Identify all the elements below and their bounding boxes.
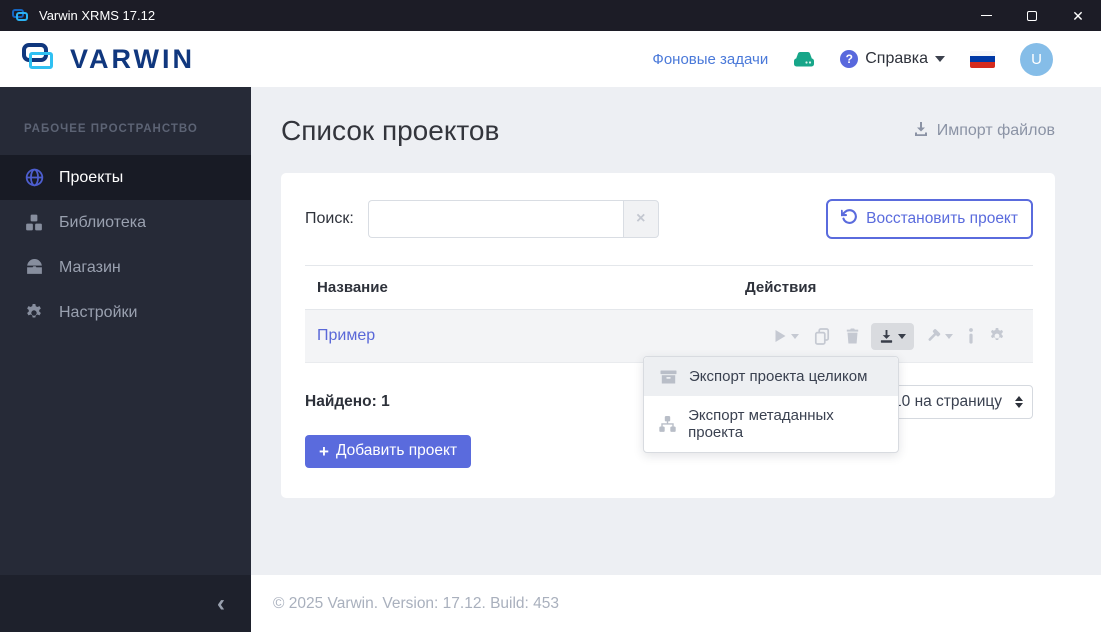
close-icon: ✕ [1072,7,1084,24]
search-input[interactable] [367,200,623,238]
download-icon [880,329,893,343]
copy-project-button[interactable] [814,327,830,345]
project-info-button[interactable] [968,328,974,344]
restore-project-button[interactable]: Восстановить проект [826,199,1033,239]
language-flag-ru[interactable] [970,50,995,68]
sidebar-item-library[interactable]: Библиотека [0,200,251,245]
add-project-label: Добавить проект [335,442,458,459]
select-arrows-icon [1015,396,1023,408]
sidebar-item-store[interactable]: Магазин [0,245,251,290]
sidebar-item-label: Проекты [59,168,124,186]
found-count-label: Найдено: 1 [305,393,390,410]
chevron-down-icon [935,56,945,62]
page-title: Список проектов [281,115,500,146]
run-project-button[interactable] [773,329,799,343]
collapse-sidebar-button[interactable]: ‹ [217,591,225,616]
titlebar: Varwin XRMS 17.12 ✕ [0,0,1101,31]
trash-icon [846,328,859,344]
add-project-button[interactable]: + Добавить проект [305,435,472,468]
minimize-button[interactable] [963,0,1009,31]
window-controls: ✕ [963,0,1101,31]
delete-project-button[interactable] [845,328,860,344]
app-logo-icon [12,9,30,22]
cubes-icon [24,214,44,232]
window-title: Varwin XRMS 17.12 [39,8,156,23]
close-button[interactable]: ✕ [1055,0,1101,31]
plus-icon: + [319,441,329,461]
app-window: Varwin XRMS 17.12 ✕ VARWIN Фоновые задач… [0,0,1101,632]
table-row: Пример Экспорт проекта целиком Экспорт м… [305,310,1033,453]
sidebar-item-settings[interactable]: Настройки [0,290,251,335]
sitemap-icon [659,416,676,432]
restore-icon [840,208,858,230]
export-dropdown-menu: Экспорт проекта целиком Экспорт метаданн… [643,356,899,453]
user-avatar[interactable]: U [1020,42,1053,76]
hammer-icon [928,329,941,341]
page-size-select[interactable]: 10 на страницу [882,385,1033,419]
main-content: Список проектов Импорт файлов Поиск: × В… [251,87,1101,632]
sidebar-item-label: Настройки [59,303,138,321]
export-metadata-item[interactable]: Экспорт метаданных проекта [644,396,898,452]
sidebar-item-label: Магазин [59,258,121,276]
gear-icon [24,303,44,322]
chest-icon [24,259,44,276]
copyright-text: © 2025 Varwin. Version: 17.12. Build: 45… [273,594,560,612]
sidebar-item-label: Библиотека [59,213,146,231]
chevron-down-icon [791,333,799,339]
gear-icon [990,328,1004,340]
app-header: VARWIN Фоновые задачи ? Справка U [0,31,1101,87]
sidebar-section-label: РАБОЧЕЕ ПРОСТРАНСТВО [24,123,198,135]
varwin-logo-text: VARWIN [70,43,195,74]
column-header-actions: Действия [745,279,817,296]
search-clear-button[interactable]: × [622,200,659,238]
footer: © 2025 Varwin. Version: 17.12. Build: 45… [251,575,1101,632]
help-menu[interactable]: ? Справка [840,50,945,68]
sidebar-footer: ‹ [0,575,251,632]
row-actions [745,322,1033,350]
export-project-button[interactable] [871,322,914,350]
chevron-down-icon [945,333,953,339]
info-icon [969,328,973,344]
varwin-logo: VARWIN [22,41,195,77]
restore-button-label: Восстановить проект [866,210,1018,227]
maximize-icon [1027,10,1037,21]
project-settings-button[interactable] [989,328,1005,344]
globe-icon [24,168,44,187]
build-project-button[interactable] [925,328,953,344]
menu-item-label: Экспорт метаданных проекта [688,407,834,441]
sidebar: РАБОЧЕЕ ПРОСТРАНСТВО Проекты Библиотека … [0,87,251,632]
background-tasks-link[interactable]: Фоновые задачи [652,51,768,68]
minimize-icon [980,15,992,16]
archive-icon [659,369,677,385]
project-name-link[interactable]: Пример [317,327,745,345]
import-files-button[interactable]: Импорт файлов [913,121,1055,142]
menu-item-label: Экспорт проекта целиком [689,368,868,385]
import-files-label: Импорт файлов [936,122,1055,139]
search-label: Поиск: [305,210,354,227]
chevron-down-icon [898,333,906,339]
play-icon [775,330,786,342]
clear-x-icon: × [636,210,646,227]
projects-table: Название Действия Пример Экспорт проекта… [305,265,1033,453]
help-question-icon: ? [840,50,859,68]
column-header-name: Название [317,279,388,296]
import-icon [913,121,929,142]
server-status-icon[interactable] [793,51,815,67]
projects-card: Поиск: × Восстановить проект Название Де… [281,173,1055,498]
copy-icon [814,327,830,345]
page-size-value: 10 на страницу [893,393,1002,410]
sidebar-item-projects[interactable]: Проекты [0,155,251,200]
help-label: Справка [865,50,928,67]
varwin-logo-icon [22,41,62,77]
export-full-project-item[interactable]: Экспорт проекта целиком [644,357,898,396]
maximize-button[interactable] [1009,0,1055,31]
